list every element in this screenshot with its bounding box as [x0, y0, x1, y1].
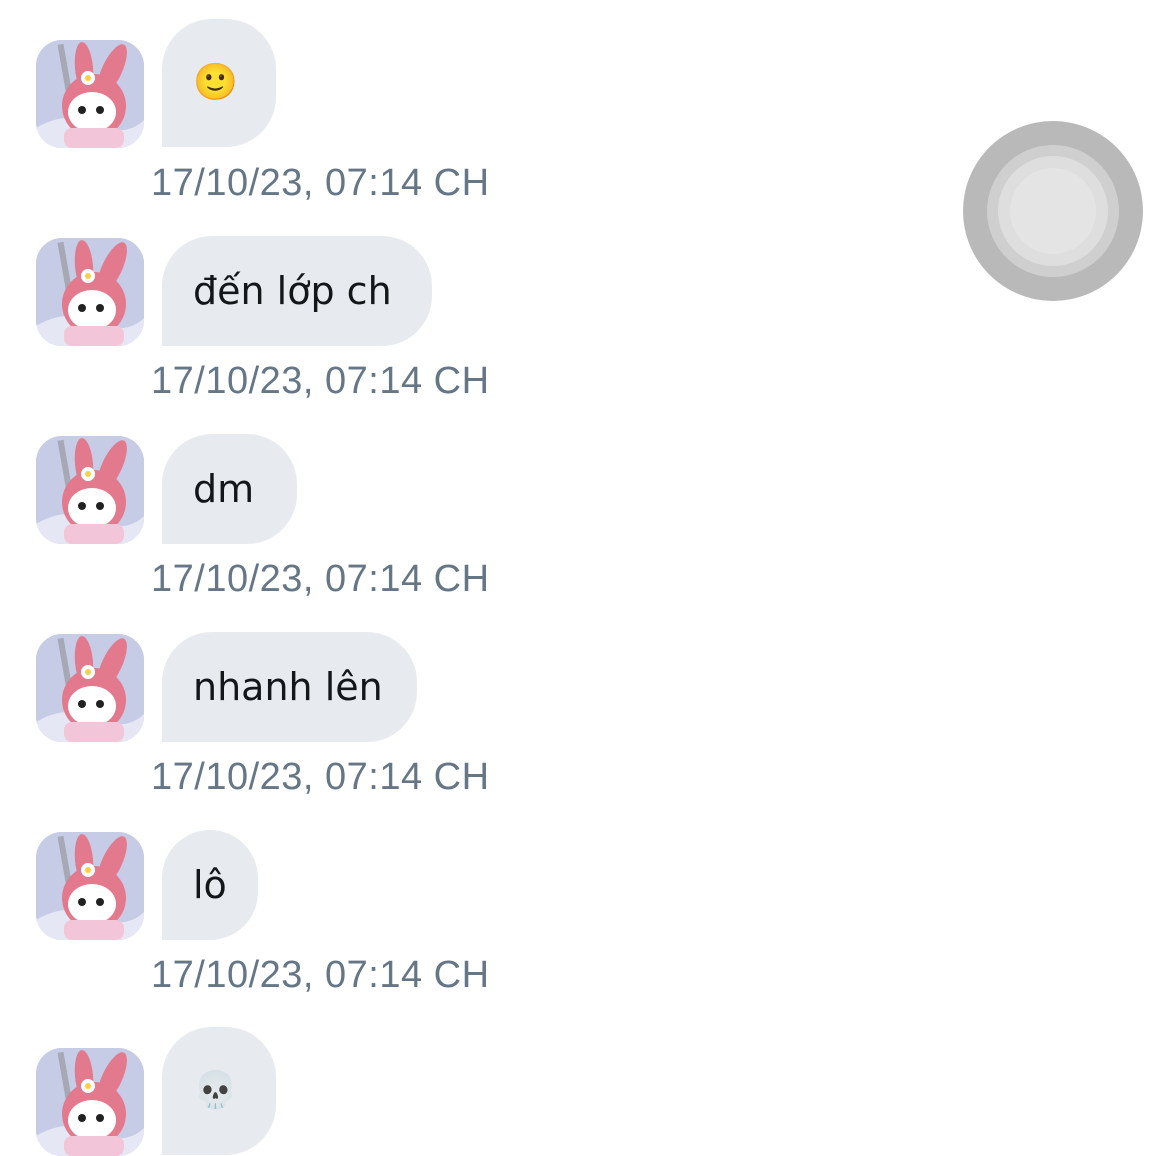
slightly-smiling-face-icon: 🙂	[193, 62, 238, 103]
message-timestamp: 17/10/23, 07:14 CH	[151, 360, 490, 402]
avatar-icon[interactable]	[36, 436, 144, 544]
message-row: 💀	[0, 1012, 900, 1156]
message-text: đến lớp ch	[193, 269, 392, 313]
avatar-icon[interactable]	[36, 40, 144, 148]
message-row: dm 17/10/23, 07:14 CH	[0, 418, 900, 616]
message-text: dm	[193, 467, 255, 511]
message-timestamp: 17/10/23, 07:14 CH	[151, 558, 490, 600]
assistive-touch-core	[1010, 168, 1096, 254]
avatar-icon[interactable]	[36, 1048, 144, 1156]
message-timestamp: 17/10/23, 07:14 CH	[151, 756, 490, 798]
message-bubble[interactable]: 🙂	[162, 19, 276, 147]
message-text: nhanh lên	[193, 665, 383, 709]
message-row: lô 17/10/23, 07:14 CH	[0, 814, 900, 1012]
message-bubble[interactable]: lô	[162, 830, 258, 940]
message-row: 🙂 17/10/23, 07:14 CH	[0, 0, 900, 220]
message-bubble[interactable]: đến lớp ch	[162, 236, 432, 346]
message-timestamp: 17/10/23, 07:14 CH	[151, 954, 490, 996]
assistive-touch-ring	[987, 145, 1119, 277]
message-text: lô	[193, 863, 227, 907]
avatar-icon[interactable]	[36, 832, 144, 940]
message-timestamp: 17/10/23, 07:14 CH	[151, 162, 490, 204]
assistive-touch-inner-ring	[998, 156, 1108, 266]
message-row: nhanh lên 17/10/23, 07:14 CH	[0, 616, 900, 814]
message-bubble[interactable]: nhanh lên	[162, 632, 417, 742]
avatar-icon[interactable]	[36, 634, 144, 742]
avatar-icon[interactable]	[36, 238, 144, 346]
message-row: đến lớp ch 17/10/23, 07:14 CH	[0, 220, 900, 418]
message-bubble[interactable]: dm	[162, 434, 297, 544]
skull-icon: 💀	[193, 1070, 238, 1111]
assistive-touch-button[interactable]	[963, 121, 1143, 301]
message-bubble[interactable]: 💀	[162, 1027, 276, 1155]
